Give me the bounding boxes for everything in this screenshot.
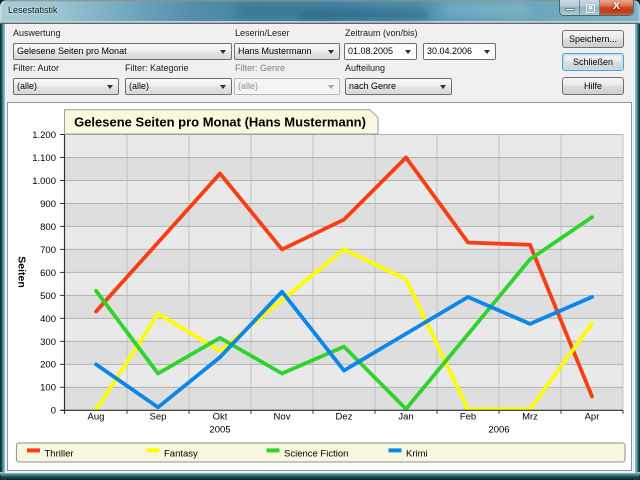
svg-text:100: 100 — [40, 383, 56, 394]
svg-text:Jan: Jan — [398, 411, 413, 422]
svg-text:700: 700 — [40, 245, 56, 256]
svg-text:Apr: Apr — [585, 411, 600, 422]
svg-text:Nov: Nov — [274, 411, 291, 422]
svg-text:Okt: Okt — [213, 411, 228, 422]
svg-text:1.000: 1.000 — [32, 176, 56, 187]
svg-text:Feb: Feb — [460, 411, 476, 422]
svg-text:Seiten: Seiten — [16, 256, 28, 288]
svg-text:Sep: Sep — [150, 411, 167, 422]
svg-text:Krimi: Krimi — [406, 449, 428, 460]
svg-text:Science Fiction: Science Fiction — [284, 449, 348, 460]
svg-text:500: 500 — [40, 291, 56, 302]
svg-text:900: 900 — [40, 199, 56, 210]
svg-text:2005: 2005 — [209, 424, 230, 435]
svg-text:0: 0 — [51, 406, 56, 417]
svg-text:300: 300 — [40, 337, 56, 348]
svg-text:Thriller: Thriller — [45, 449, 74, 460]
svg-text:1.100: 1.100 — [32, 153, 56, 164]
svg-text:Gelesene Seiten pro Monat (Han: Gelesene Seiten pro Monat (Hans Musterma… — [74, 115, 366, 130]
svg-text:800: 800 — [40, 222, 56, 233]
svg-text:Dez: Dez — [336, 411, 353, 422]
svg-text:Fantasy: Fantasy — [164, 449, 198, 460]
svg-text:Aug: Aug — [88, 411, 105, 422]
svg-text:600: 600 — [40, 268, 56, 279]
svg-text:2006: 2006 — [488, 424, 509, 435]
svg-text:1.200: 1.200 — [32, 130, 56, 141]
svg-text:Mrz: Mrz — [522, 411, 538, 422]
svg-text:200: 200 — [40, 360, 56, 371]
svg-text:400: 400 — [40, 314, 56, 325]
